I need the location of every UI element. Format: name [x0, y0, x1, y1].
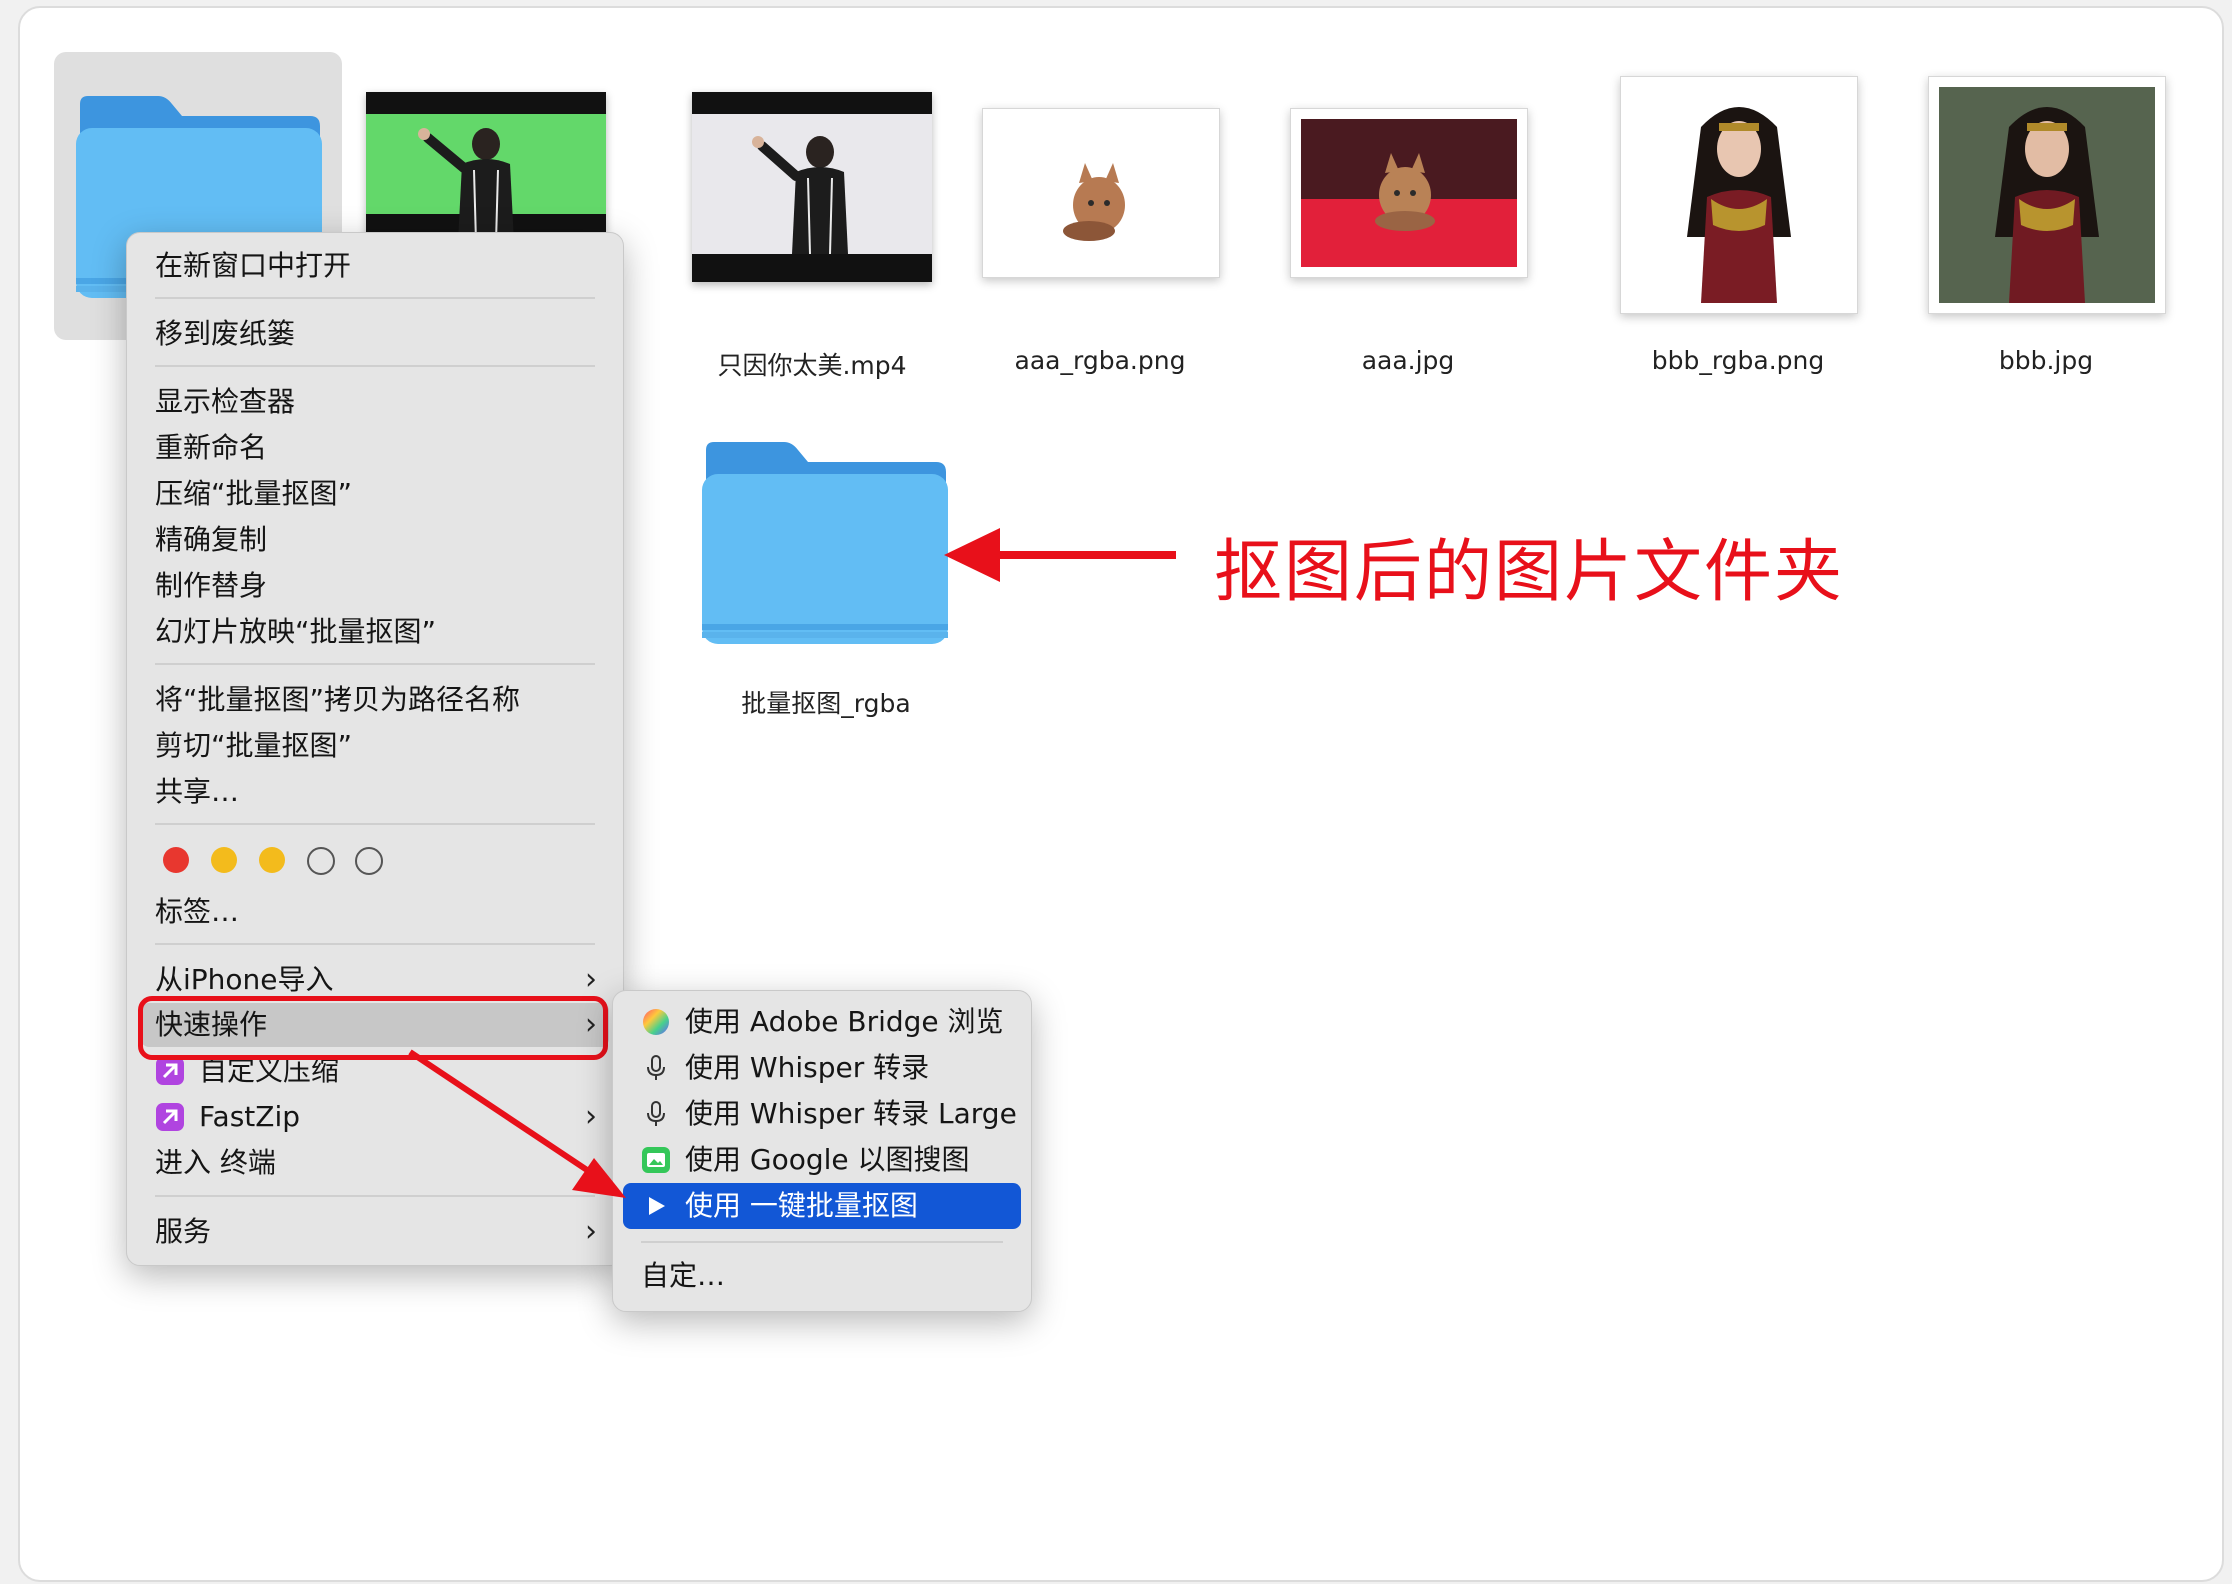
folder-icon	[702, 442, 948, 644]
menu-item-compress[interactable]: 压缩“批量抠图”	[127, 471, 623, 517]
submenu-item-adobe-bridge[interactable]: 使用 Adobe Bridge 浏览	[613, 999, 1031, 1045]
menu-separator	[155, 943, 595, 945]
menu-item-label: 压缩“批量抠图”	[155, 477, 353, 510]
menu-item-open-new-window[interactable]: 在新窗口中打开	[127, 243, 623, 289]
menu-item-tags[interactable]: 标签…	[127, 889, 623, 935]
tag-empty-dot[interactable]	[307, 847, 335, 875]
adobe-bridge-icon	[643, 1009, 669, 1035]
cat-image	[1301, 119, 1517, 267]
play-icon	[649, 1197, 665, 1215]
menu-item-label: 使用 一键批量抠图	[685, 1189, 918, 1222]
file-name: aaa.jpg	[1361, 346, 1455, 375]
menu-item-label: 服务	[155, 1215, 212, 1248]
menu-item-label: 移到废纸篓	[155, 317, 296, 350]
submenu-item-google-search[interactable]: 使用 Google 以图搜图	[613, 1137, 1031, 1183]
menu-item-label: 标签…	[155, 895, 240, 928]
menu-item-fastzip[interactable]: FastZip ›	[127, 1094, 623, 1140]
menu-item-label: 精确复制	[155, 523, 268, 556]
chevron-right-icon: ›	[585, 1099, 597, 1134]
menu-item-cut[interactable]: 剪切“批量抠图”	[127, 723, 623, 769]
annotation-label: 抠图后的图片文件夹	[1214, 533, 1845, 612]
menu-item-move-to-trash[interactable]: 移到废纸篓	[127, 311, 623, 357]
menu-item-services[interactable]: 服务 ›	[127, 1209, 623, 1255]
menu-item-label: 使用 Whisper 转录 Large	[685, 1097, 1017, 1130]
menu-item-show-inspector[interactable]: 显示检查器	[127, 379, 623, 425]
character-image	[1687, 107, 1791, 303]
menu-item-copy-as-path[interactable]: 将“批量抠图”拷贝为路径名称	[127, 677, 623, 723]
file-item-bbb-rgba[interactable]: bbb_rgba.png	[1600, 76, 1920, 396]
cat-image	[1063, 163, 1125, 241]
submenu-item-whisper-large[interactable]: 使用 Whisper 转录 Large	[613, 1091, 1031, 1137]
menu-item-label: 使用 Google 以图搜图	[685, 1143, 970, 1176]
image-thumbnail	[1928, 76, 2166, 314]
context-menu: 在新窗口中打开 移到废纸篓 显示检查器 重新命名 压缩“批量抠图” 精确复制 制…	[126, 232, 624, 1266]
image-thumbnail	[1290, 108, 1528, 278]
menu-separator	[155, 663, 595, 665]
menu-item-share[interactable]: 共享…	[127, 769, 623, 815]
file-item-video-green[interactable]	[366, 92, 606, 242]
video-thumbnail	[692, 92, 932, 282]
menu-item-rename[interactable]: 重新命名	[127, 425, 623, 471]
menu-item-label: 使用 Whisper 转录	[685, 1051, 930, 1084]
character-image	[1939, 87, 2155, 303]
menu-separator	[155, 365, 595, 367]
menu-item-label: 使用 Adobe Bridge 浏览	[685, 1005, 1004, 1038]
menu-item-duplicate[interactable]: 精确复制	[127, 517, 623, 563]
image-thumbnail	[982, 108, 1220, 278]
person-figure	[752, 136, 848, 255]
menu-item-make-alias[interactable]: 制作替身	[127, 563, 623, 609]
menu-separator	[155, 297, 595, 299]
menu-item-label: 在新窗口中打开	[155, 249, 352, 282]
menu-item-label: 制作替身	[155, 569, 268, 602]
menu-item-label: 将“批量抠图”拷贝为路径名称	[155, 683, 521, 716]
submenu-item-customize[interactable]: 自定…	[613, 1253, 1031, 1299]
annotation-arrow-left	[944, 528, 1176, 582]
menu-item-enter-terminal[interactable]: 进入 终端	[127, 1140, 623, 1186]
shortcut-icon	[156, 1103, 184, 1131]
tag-orange-dot[interactable]	[211, 847, 237, 873]
submenu-item-batch-matting[interactable]: 使用 一键批量抠图	[613, 1183, 1031, 1229]
file-name: bbb.jpg	[1998, 346, 2094, 375]
menu-item-label: 重新命名	[155, 431, 268, 464]
menu-item-label: 自定…	[641, 1259, 726, 1292]
menu-item-label: 显示检查器	[155, 385, 296, 418]
file-name: 只因你太美.mp4	[717, 351, 907, 380]
submenu-item-whisper[interactable]: 使用 Whisper 转录	[613, 1045, 1031, 1091]
menu-item-label: 幻灯片放映“批量抠图”	[155, 615, 437, 648]
file-name: aaa_rgba.png	[1014, 346, 1186, 375]
menu-separator	[641, 1241, 1003, 1243]
file-item-bbb-jpg[interactable]: bbb.jpg	[1908, 76, 2222, 396]
menu-item-label: 进入 终端	[155, 1146, 276, 1179]
annotation-highlight-box	[138, 996, 608, 1060]
menu-separator	[155, 1195, 595, 1197]
person-figure	[418, 128, 514, 242]
menu-item-label: FastZip	[199, 1100, 300, 1133]
menu-item-label: 剪切“批量抠图”	[155, 729, 353, 762]
microphone-icon	[647, 1101, 665, 1126]
microphone-icon	[647, 1055, 665, 1080]
video-thumbnail	[366, 92, 606, 242]
file-name: bbb_rgba.png	[1651, 346, 1825, 375]
tag-empty-dot[interactable]	[355, 847, 383, 875]
chevron-right-icon: ›	[585, 1214, 597, 1249]
menu-item-slideshow[interactable]: 幻灯片放映“批量抠图”	[127, 609, 623, 655]
file-name: 批量抠图_rgba	[741, 689, 911, 718]
shortcut-icon	[156, 1057, 184, 1085]
quick-actions-submenu: 使用 Adobe Bridge 浏览 使用 Whisper 转录 使用 Whis…	[612, 990, 1032, 1312]
tag-yellow-dot[interactable]	[259, 847, 285, 873]
tag-red-dot[interactable]	[163, 847, 189, 873]
file-item-aaa-jpg[interactable]: aaa.jpg	[1290, 108, 1610, 398]
menu-separator	[155, 823, 595, 825]
menu-item-label: 共享…	[155, 775, 240, 808]
image-search-icon	[642, 1147, 670, 1173]
image-thumbnail	[1620, 76, 1858, 314]
